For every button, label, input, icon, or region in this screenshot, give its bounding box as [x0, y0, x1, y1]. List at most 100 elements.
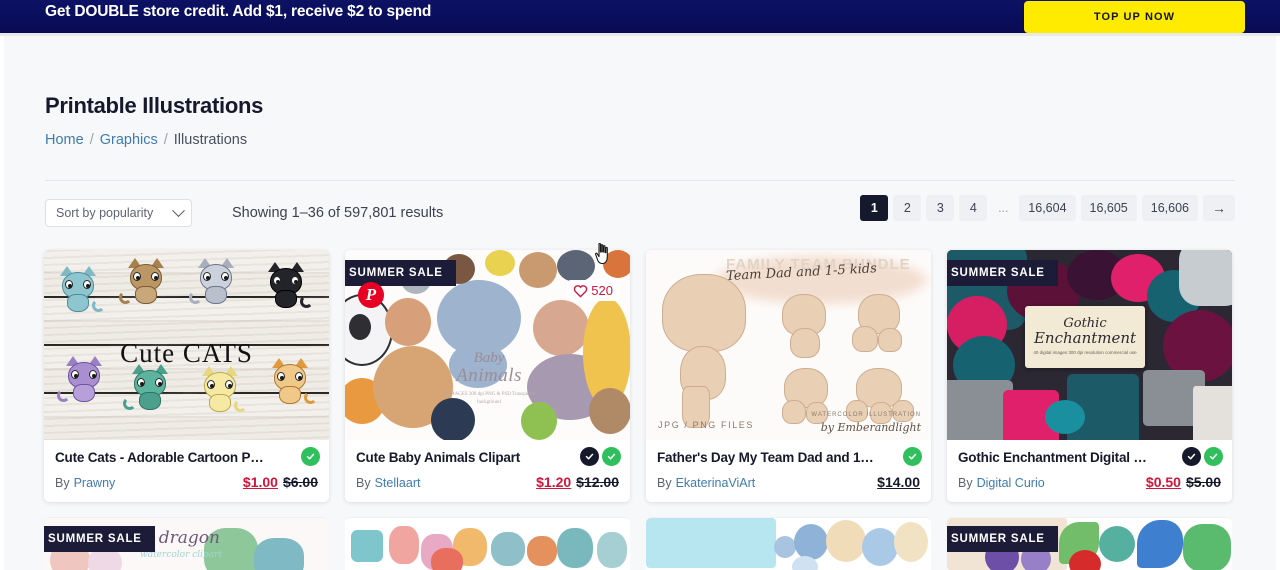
product-author[interactable]: Prawny — [74, 476, 116, 490]
product-info: Cute Cats - Adorable Cartoon P… By Prawn… — [44, 440, 329, 502]
sale-ribbon: SUMMER SALE — [44, 526, 155, 552]
product-card[interactable]: Gothic Enchantment 40 digital images 300… — [947, 250, 1232, 502]
product-thumbnail[interactable]: Cute CATS — [44, 250, 329, 440]
product-original-price: $12.00 — [576, 474, 619, 490]
product-thumbnail[interactable]: cute dragon watercolor clipart SUMMER SA… — [44, 518, 329, 570]
page-right-edge — [1276, 36, 1280, 570]
artwork-title-line2: Animals — [456, 365, 522, 386]
pagination-page-16604[interactable]: 16,604 — [1019, 195, 1076, 221]
product-card[interactable]: SUMMER SALE — [947, 518, 1232, 570]
sale-ribbon: SUMMER SALE — [947, 526, 1058, 552]
top-up-now-button[interactable]: TOP UP NOW — [1024, 1, 1245, 33]
page-root: Get DOUBLE store credit. Add $1, receive… — [0, 0, 1280, 570]
results-count-text: Showing 1–36 of 597,801 results — [232, 205, 444, 221]
pagination-page-16606[interactable]: 16,606 — [1141, 195, 1198, 221]
product-thumbnail[interactable]: FAMILY TEAM BUNDLE Team Dad and 1-5 kids — [646, 250, 931, 440]
product-author[interactable]: EkaterinaViArt — [676, 476, 756, 490]
by-label: By — [958, 476, 973, 490]
pagination-ellipsis: ... — [998, 201, 1009, 215]
chevron-down-icon — [172, 203, 185, 217]
pagination-page-4[interactable]: 4 — [959, 195, 988, 221]
product-author[interactable]: Digital Curio — [977, 476, 1045, 490]
product-card[interactable]: cute dragon watercolor clipart SUMMER SA… — [44, 518, 329, 570]
pagination-page-2[interactable]: 2 — [893, 195, 922, 221]
product-price: $14.00 — [877, 474, 920, 490]
product-badges — [301, 447, 320, 466]
verified-green-icon — [602, 447, 621, 466]
artwork-title-line1: Gothic — [1063, 315, 1107, 331]
verified-dark-icon — [580, 447, 599, 466]
pagination-next-button[interactable]: → — [1203, 195, 1235, 221]
product-grid: Cute CATS Cute Cats - Adorable Cartoon P… — [44, 250, 1241, 502]
breadcrumb-separator-2: / — [163, 132, 168, 148]
sort-by-value: Sort by popularity — [56, 206, 154, 220]
product-thumbnail[interactable] — [646, 518, 931, 570]
product-thumbnail[interactable]: SUMMER SALE — [947, 518, 1232, 570]
by-label: By — [55, 476, 70, 490]
product-prices: $1.00 $6.00 — [243, 474, 318, 490]
sort-by-select[interactable]: Sort by popularity — [45, 199, 192, 227]
product-card[interactable] — [345, 518, 630, 570]
product-thumbnail[interactable]: Gothic Enchantment 40 digital images 300… — [947, 250, 1232, 440]
product-info: Cute Baby Animals Clipart By Stellaart $… — [345, 440, 630, 502]
artwork-credit-label: WATERCOLOR ILLUSTRATION — [811, 412, 921, 418]
artwork-fathers-day: FAMILY TEAM BUNDLE Team Dad and 1-5 kids — [646, 250, 931, 440]
pagination-page-1[interactable]: 1 — [860, 195, 889, 221]
by-label: By — [657, 476, 672, 490]
verified-green-icon — [301, 447, 320, 466]
product-info: Gothic Enchantment Digital … By Digital … — [947, 440, 1232, 502]
product-card[interactable]: FAMILY TEAM BUNDLE Team Dad and 1-5 kids — [646, 250, 931, 502]
artwork-title-line2: Enchantment — [1033, 328, 1137, 347]
page-left-edge — [0, 36, 4, 570]
breadcrumb-item-home[interactable]: Home — [45, 132, 84, 148]
pagination-page-16605[interactable]: 16,605 — [1080, 195, 1137, 221]
artwork-title-plaque: Gothic Enchantment 40 digital images 300… — [1025, 306, 1145, 368]
product-info: Father's Day My Team Dad and 1… By Ekate… — [646, 440, 931, 502]
artwork-title: Cute CATS — [120, 338, 253, 368]
breadcrumb-separator-1: / — [89, 132, 94, 148]
product-grid-row2: cute dragon watercolor clipart SUMMER SA… — [44, 518, 1241, 570]
product-original-price: $5.00 — [1185, 474, 1221, 490]
product-title[interactable]: Father's Day My Team Dad and 1… — [657, 450, 920, 465]
like-count: 520 — [591, 283, 613, 298]
artwork-cute-cats: Cute CATS — [44, 250, 329, 440]
artwork-title: Baby Animals 40 IMAGES 300 dpi PNG & PSD… — [441, 350, 537, 407]
product-prices: $1.20 $12.00 — [536, 474, 619, 490]
artwork-files-label: JPG / PNG FILES — [658, 420, 755, 430]
product-badges — [1182, 447, 1223, 466]
breadcrumb-item-graphics[interactable]: Graphics — [100, 132, 158, 148]
heart-icon — [574, 284, 588, 298]
product-prices: $14.00 — [877, 474, 920, 490]
product-badges — [580, 447, 621, 466]
product-meta: By EkaterinaViArt $14.00 — [657, 474, 920, 490]
breadcrumb-item-illustrations: Illustrations — [173, 132, 248, 148]
by-label: By — [356, 476, 371, 490]
product-badges — [903, 447, 922, 466]
product-author[interactable]: Stellaart — [375, 476, 421, 490]
verified-green-icon — [903, 447, 922, 466]
artwork-balloons — [646, 518, 931, 570]
product-card[interactable] — [646, 518, 931, 570]
product-title[interactable]: Cute Cats - Adorable Cartoon P… — [55, 450, 318, 465]
product-card[interactable]: Baby Animals 40 IMAGES 300 dpi PNG & PSD… — [345, 250, 630, 502]
artwork-subtitle: 40 digital images 300 dpi resolution com… — [1033, 350, 1137, 356]
product-thumbnail[interactable] — [345, 518, 630, 570]
product-card[interactable]: Cute CATS Cute Cats - Adorable Cartoon P… — [44, 250, 329, 502]
pagination: 1 2 3 4 ... 16,604 16,605 16,606 → — [860, 195, 1235, 221]
pagination-page-3[interactable]: 3 — [926, 195, 955, 221]
product-sale-price: $0.50 — [1145, 474, 1181, 490]
artwork-signature: by Emberandlight — [820, 421, 921, 434]
product-sale-price: $1.20 — [536, 474, 572, 490]
product-thumbnail[interactable]: Baby Animals 40 IMAGES 300 dpi PNG & PSD… — [345, 250, 630, 440]
pinterest-save-icon[interactable]: P — [358, 282, 384, 308]
artwork-sea-shells — [345, 518, 630, 570]
product-prices: $0.50 $5.00 — [1146, 474, 1221, 490]
promo-banner: Get DOUBLE store credit. Add $1, receive… — [0, 0, 1280, 33]
product-sale-price: $1.00 — [242, 474, 278, 490]
promo-banner-shadow — [0, 33, 1280, 36]
product-meta: By Digital Curio $0.50 $5.00 — [958, 474, 1221, 490]
sale-ribbon: SUMMER SALE — [947, 260, 1058, 286]
like-counter[interactable]: 520 — [567, 280, 620, 301]
verified-green-icon — [1204, 447, 1223, 466]
verified-dark-icon — [1182, 447, 1201, 466]
